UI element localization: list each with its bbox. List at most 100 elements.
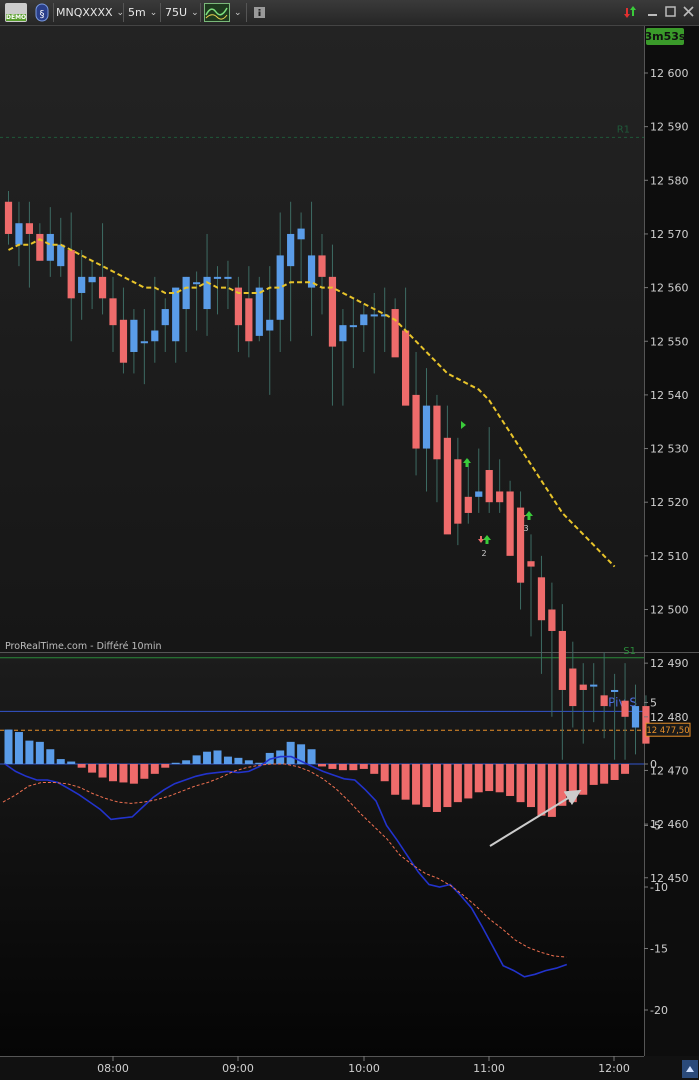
x-tick-label: 11:00 bbox=[473, 1062, 505, 1075]
candle-body bbox=[213, 276, 222, 279]
y-tick-label: 5 bbox=[650, 697, 657, 710]
histogram-bar bbox=[67, 761, 76, 764]
refresh-icon[interactable] bbox=[623, 5, 636, 18]
y-tick-label: 12 530 bbox=[650, 443, 689, 456]
toolbar: DEMO § MNQXXXX ⌄ 5m ⌄ 75U ⌄ ⌄ bbox=[0, 0, 699, 26]
histogram-bar bbox=[171, 762, 180, 764]
y-tick-label: 12 480 bbox=[650, 711, 689, 724]
candle-body bbox=[496, 491, 504, 503]
candle-body bbox=[161, 309, 169, 326]
histogram-bar bbox=[370, 764, 379, 774]
link-icon[interactable]: § bbox=[35, 3, 49, 22]
histogram-bar bbox=[349, 764, 358, 771]
histogram-bar bbox=[328, 764, 337, 769]
histogram-bar bbox=[391, 764, 400, 795]
y-tick-label: 12 540 bbox=[650, 389, 689, 402]
candle-body bbox=[172, 287, 180, 342]
candle-body bbox=[422, 405, 431, 449]
candle-body bbox=[548, 609, 556, 631]
histogram-bar bbox=[140, 764, 149, 779]
y-tick-label: -20 bbox=[650, 1004, 668, 1017]
info-icon[interactable] bbox=[254, 3, 265, 22]
histogram-bar bbox=[129, 764, 138, 784]
histogram-bar bbox=[453, 764, 462, 803]
candle-body bbox=[600, 695, 608, 707]
candle-body bbox=[506, 491, 514, 556]
candle-body bbox=[433, 405, 441, 460]
indicator-chart-icon[interactable]: ⌄ bbox=[204, 3, 242, 22]
histogram-bar bbox=[234, 757, 243, 764]
candle-body bbox=[130, 319, 138, 352]
symbol-selector[interactable]: MNQXXXX ⌄ bbox=[56, 3, 124, 22]
signal-marker-label: 2 bbox=[481, 549, 486, 558]
histogram-bar bbox=[318, 764, 326, 767]
histogram-bar bbox=[307, 749, 316, 764]
candle-body bbox=[454, 459, 462, 524]
candle-body bbox=[318, 255, 326, 277]
candle-body bbox=[475, 491, 483, 497]
y-tick-label: 0 bbox=[650, 758, 657, 771]
histogram-bar bbox=[77, 764, 86, 768]
histogram-bar bbox=[88, 764, 97, 773]
histogram-bar bbox=[432, 764, 441, 812]
r1-label: R1 bbox=[617, 124, 630, 135]
y-tick-label: 12 500 bbox=[650, 604, 689, 617]
units-label: 75U bbox=[165, 6, 188, 19]
candle-body bbox=[193, 282, 201, 285]
demo-logo-icon[interactable]: DEMO bbox=[5, 3, 27, 22]
histogram-bar bbox=[621, 764, 630, 774]
candle-body bbox=[391, 309, 399, 358]
chevron-down-icon: ⌄ bbox=[234, 7, 242, 18]
candle-body bbox=[15, 223, 23, 245]
histogram-bar bbox=[527, 764, 535, 808]
histogram-bar bbox=[412, 764, 421, 805]
candle-body bbox=[590, 684, 598, 687]
units-selector[interactable]: 75U ⌄ bbox=[165, 3, 199, 22]
candle-body bbox=[109, 298, 117, 326]
price-panel-bg bbox=[0, 26, 644, 652]
timeframe-label: 5m bbox=[128, 6, 146, 19]
histogram-bar bbox=[203, 751, 212, 764]
y-tick-label: 12 520 bbox=[650, 496, 689, 509]
histogram-bar bbox=[589, 764, 598, 785]
maximize-icon[interactable] bbox=[664, 5, 677, 18]
histogram-bar bbox=[495, 764, 504, 793]
x-tick-label: 10:00 bbox=[348, 1062, 380, 1075]
histogram-bar bbox=[359, 764, 368, 769]
candle-body bbox=[224, 276, 232, 279]
scroll-right-button[interactable] bbox=[682, 1060, 698, 1078]
watermark: ProRealTime.com - Différé 10min bbox=[5, 641, 162, 652]
histogram-bar bbox=[182, 760, 191, 764]
y-tick-label: -5 bbox=[650, 820, 661, 833]
s1-label: S1 bbox=[623, 646, 636, 657]
candle-body bbox=[579, 684, 587, 690]
candle-body bbox=[98, 276, 107, 299]
histogram-bar bbox=[150, 764, 159, 774]
y-tick-label: 12 550 bbox=[650, 335, 689, 348]
candle-body bbox=[631, 706, 640, 728]
candle-body bbox=[611, 689, 619, 692]
candle-body bbox=[151, 330, 159, 342]
histogram-bar bbox=[46, 749, 55, 764]
histogram-bar bbox=[223, 756, 232, 764]
candle-body bbox=[4, 201, 13, 234]
y-tick-label: 12 590 bbox=[650, 121, 689, 134]
candle-body bbox=[67, 250, 75, 299]
minimize-icon[interactable] bbox=[646, 5, 659, 18]
candle-body bbox=[527, 561, 535, 567]
histogram-bar bbox=[98, 764, 107, 778]
candle-body bbox=[349, 325, 357, 328]
histogram-bar bbox=[109, 764, 117, 782]
histogram-bar bbox=[14, 732, 23, 764]
histogram-bar bbox=[244, 760, 253, 764]
histogram-bar bbox=[579, 764, 588, 795]
candle-body bbox=[255, 287, 263, 336]
y-tick-label: 12 560 bbox=[650, 282, 689, 295]
histogram-bar bbox=[286, 741, 295, 764]
chevron-down-icon: ⌄ bbox=[191, 7, 199, 18]
close-icon[interactable] bbox=[682, 5, 695, 18]
candle-body bbox=[339, 325, 347, 342]
histogram-bar bbox=[338, 764, 347, 771]
candle-body bbox=[88, 276, 96, 283]
timeframe-selector[interactable]: 5m ⌄ bbox=[128, 3, 157, 22]
